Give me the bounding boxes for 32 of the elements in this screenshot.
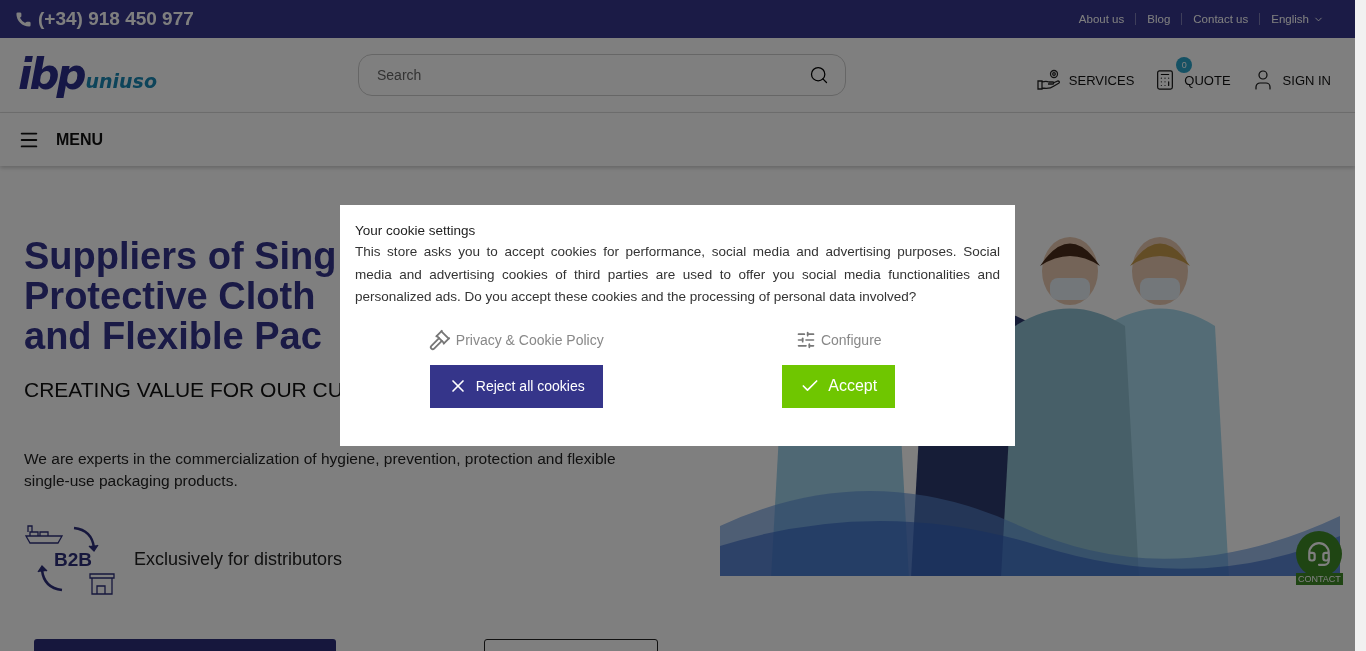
scrollbar[interactable] [1355,0,1366,651]
logo-mark[interactable]: ibp [18,54,84,96]
dialog-title: Your cookie settings [355,223,477,238]
sliders-icon [795,329,816,350]
top-link[interactable]: Contact us [1181,13,1260,25]
hero-title: Protective Cloth [24,276,316,316]
search-field[interactable]: Search [375,66,809,84]
header-action[interactable]: SIGN IN [1250,58,1331,92]
hero-description: We are experts in the commercialization of hygiene, prevention, protection and flexible single-use packaging products. [24,449,617,491]
hero-title: Suppliers of Sing [24,236,337,276]
dialog-link[interactable]: Configure [795,329,882,350]
top-link[interactable]: Blog [1135,13,1182,25]
headset-icon [1306,541,1333,567]
count-badge: 0 [1176,57,1193,73]
header-action[interactable]: QUOTE 0 [1154,59,1231,91]
search-icon[interactable] [809,65,829,85]
phone-number[interactable]: (+34) 918 450 977 [15,8,194,30]
search-bar[interactable]: Search [358,54,846,96]
language-selector[interactable]: English [1259,13,1335,25]
phone-icon [15,10,32,28]
logo-subtitle[interactable]: uniuso [85,70,157,92]
header-action[interactable]: SERVICES [1036,59,1135,91]
gavel-icon [428,328,451,351]
hero-title: and Flexible Pac [24,316,322,356]
top-link[interactable]: About us [1067,13,1136,25]
menu-button[interactable]: MENU [18,128,104,151]
hand-gear-icon [1036,69,1061,91]
dialog-link[interactable]: Privacy & Cookie Policy [428,328,604,351]
b2b-label: B2B [54,549,92,571]
reject-button[interactable]: Reject all cookies [429,364,603,408]
b2b-text: Exclusively for distributors [134,549,343,570]
dialog-text: This store asks you to accept cookies for performance, social media and advertising purposes. Social media and advertising cookies of third parties are used to offer you social media functionalities and personalized ads. Do you accept these cookies and the processing of personal data involved? [355,243,1000,306]
